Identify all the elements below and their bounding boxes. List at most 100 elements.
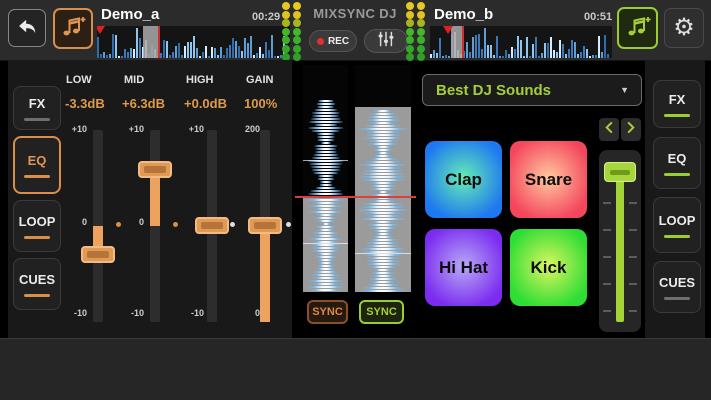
scale-tick: +10 [182, 124, 204, 134]
record-label: REC [328, 36, 349, 47]
deck-a-tab-cues[interactable]: CUES [13, 258, 61, 310]
eq-mid-value: +6.3dB [122, 96, 165, 111]
sample-pad-snare[interactable]: Snare [510, 141, 587, 218]
deck-b-time: 00:51 [584, 11, 612, 23]
gear-icon: ⚙ [673, 16, 695, 40]
eq-high-slider-handle[interactable] [195, 217, 229, 234]
beat-grid-line [303, 160, 348, 161]
eq-high-label: HIGH [186, 74, 214, 86]
tab-label: FX [669, 92, 686, 107]
deck-b-playhead-marker-icon [443, 26, 453, 34]
deck-b-tab-loop[interactable]: LOOP [653, 197, 701, 253]
scale-tick: +10 [65, 124, 87, 134]
next-page-button[interactable] [621, 118, 641, 141]
beat-grid-line [355, 253, 411, 254]
sampler-volume-slider[interactable] [599, 150, 641, 332]
sliders-icon [375, 30, 397, 53]
deck-a-track-waveform[interactable] [97, 26, 290, 58]
eq-mid-slider-handle[interactable] [138, 161, 172, 178]
volume-fill [616, 178, 624, 322]
chevron-down-icon: ▼ [620, 85, 629, 95]
back-arrow-icon [15, 16, 39, 41]
deck-a-time: 00:29 [252, 11, 280, 23]
chevron-right-icon [626, 121, 636, 139]
deck-b-tab-fx[interactable]: FX [653, 80, 701, 128]
center-detent-dot [286, 222, 291, 227]
back-button[interactable] [8, 9, 46, 47]
eq-mid-label: MID [124, 74, 144, 86]
deck-a-tab-eq[interactable]: EQ [13, 136, 61, 194]
eq-low-label: LOW [66, 74, 92, 86]
tab-underline [664, 173, 690, 176]
transport-bar: SET RESET SAMPLER A B SAMPLER RESET SET [0, 338, 711, 400]
sample-pad-clap[interactable]: Clap [425, 141, 502, 218]
tab-label: EQ [668, 151, 687, 166]
slider-ticks [629, 202, 637, 314]
scale-tick: -10 [122, 308, 144, 318]
deck-a-vu-meter [282, 2, 301, 61]
deck-b-tab-cues[interactable]: CUES [653, 261, 701, 313]
deck-a-tab-fx[interactable]: FX [13, 86, 61, 130]
deck-b-sync-button[interactable]: SYNC [359, 300, 404, 324]
tab-label: CUES [19, 272, 55, 287]
playhead-line [295, 196, 416, 198]
settings-button[interactable]: ⚙ [664, 8, 704, 48]
deck-a-sync-button[interactable]: SYNC [307, 300, 348, 324]
deck-b-tab-eq[interactable]: EQ [653, 137, 701, 189]
prev-page-button[interactable] [599, 118, 619, 141]
deck-a-tab-loop[interactable]: LOOP [13, 200, 61, 252]
deck-a-playhead-marker-icon [97, 26, 105, 34]
deck-b-vertical-waveform[interactable] [355, 65, 411, 292]
center-detent-dot [230, 222, 235, 227]
deck-b-title: Demo_b [434, 6, 493, 23]
waveform-layer [303, 65, 348, 292]
volume-slider-handle[interactable] [604, 162, 636, 182]
sample-pack-name: Best DJ Sounds [436, 82, 620, 99]
music-note-plus-icon [60, 14, 86, 43]
waveform-layer [355, 65, 411, 292]
tab-underline [664, 235, 690, 238]
tab-underline [24, 294, 50, 297]
deck-a-playhead-line [158, 26, 160, 58]
deck-a-music-library-button[interactable] [53, 8, 93, 49]
deck-b-vu-meter [406, 2, 425, 61]
scale-tick: 0 [65, 217, 87, 227]
record-button[interactable]: REC [309, 30, 357, 52]
eq-low-value: -3.3dB [65, 96, 105, 111]
tab-underline [24, 236, 50, 239]
scale-tick: +10 [122, 124, 144, 134]
mixer-settings-button[interactable] [364, 29, 408, 53]
deck-b-playhead-line [462, 26, 464, 58]
eq-gain-slider-handle[interactable] [248, 217, 282, 234]
scale-tick: 200 [238, 124, 260, 134]
deck-a-vertical-waveform[interactable] [303, 65, 348, 292]
chevron-left-icon [604, 121, 614, 139]
scale-tick: -10 [65, 308, 87, 318]
eq-high-value: +0.0dB [184, 96, 227, 111]
eq-mid-fill [150, 176, 160, 226]
sample-pad-kick[interactable]: Kick [510, 229, 587, 306]
top-bar: Demo_a 00:29 MIXSYNC DJ REC Demo_b 00:51 [0, 0, 711, 61]
deck-b-music-library-button[interactable] [617, 7, 658, 49]
eq-mid-slider[interactable] [150, 130, 160, 322]
eq-low-slider-handle[interactable] [81, 246, 115, 263]
scale-tick: 0 [238, 308, 260, 318]
tab-label: CUES [659, 275, 695, 290]
deck-a-title: Demo_a [101, 6, 159, 23]
deck-b-track-waveform[interactable] [430, 26, 612, 58]
beat-grid-line [303, 243, 348, 244]
scale-tick: 0 [122, 217, 144, 227]
slider-ticks [603, 202, 611, 314]
center-detent-dot [116, 222, 121, 227]
sample-pad-hihat[interactable]: Hi Hat [425, 229, 502, 306]
tab-label: LOOP [659, 213, 696, 228]
sample-pack-dropdown[interactable]: Best DJ Sounds ▼ [422, 74, 642, 106]
dj-app: Demo_a 00:29 MIXSYNC DJ REC Demo_b 00:51 [0, 0, 711, 400]
scale-tick: -10 [182, 308, 204, 318]
tab-underline [24, 118, 50, 121]
app-title: MIXSYNC DJ [303, 6, 407, 21]
tab-underline [664, 297, 690, 300]
eq-gain-fill [260, 232, 270, 322]
tab-underline [664, 114, 690, 117]
music-note-plus-icon [625, 14, 651, 43]
